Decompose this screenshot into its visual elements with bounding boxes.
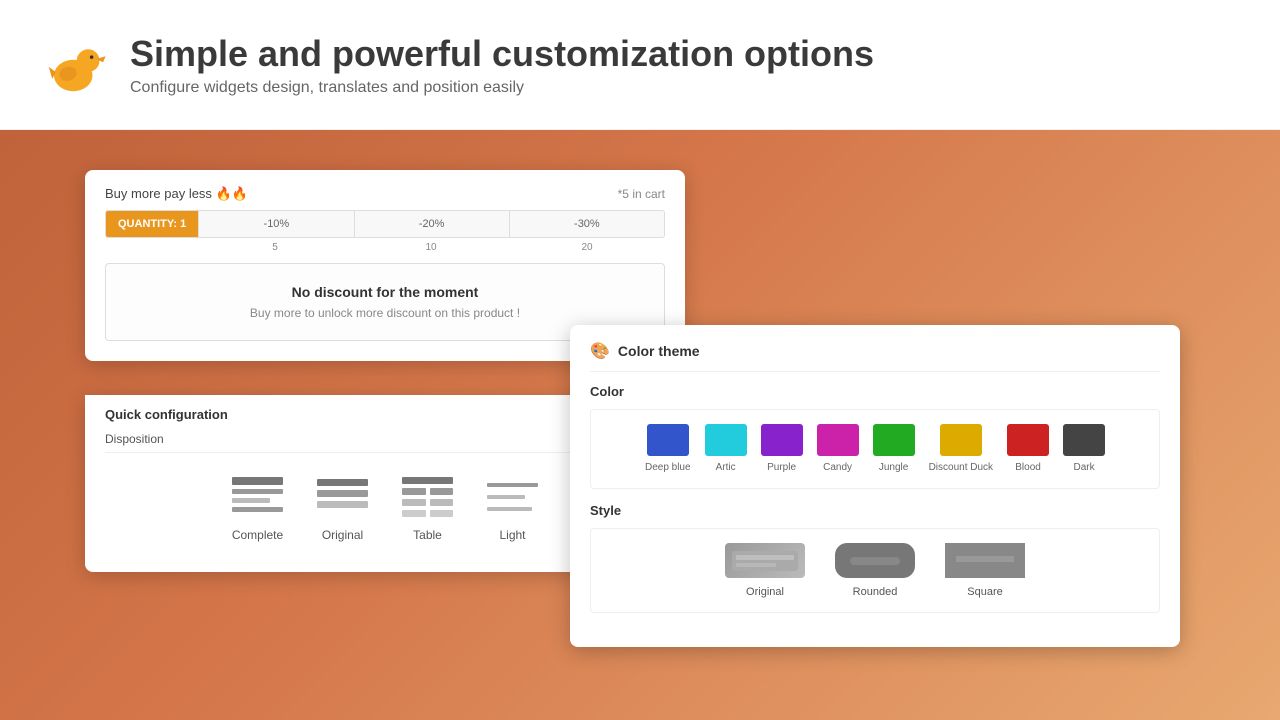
light-icon: [485, 475, 540, 520]
artic-label: Artic: [716, 462, 736, 474]
purple-label: Purple: [767, 462, 796, 474]
style-section: Original Rounded: [590, 528, 1160, 613]
dark-label: Dark: [1073, 462, 1094, 474]
square-style-label: Square: [967, 586, 1002, 598]
rounded-style-icon: [840, 547, 910, 575]
discount-duck-label: Discount Duck: [929, 462, 993, 474]
dark-swatch: [1063, 424, 1105, 456]
buy-more-bar: Buy more pay less 🔥🔥 *5 in cart: [105, 186, 665, 202]
cart-count: *5 in cart: [618, 187, 665, 201]
header-text: Simple and powerful customization option…: [130, 33, 874, 97]
jungle-label: Jungle: [879, 462, 908, 474]
main-area: Buy more pay less 🔥🔥 *5 in cart QUANTITY…: [0, 130, 1280, 720]
qty-segment-2: -20%: [354, 211, 509, 237]
color-discount-duck[interactable]: Discount Duck: [929, 424, 993, 474]
color-purple[interactable]: Purple: [761, 424, 803, 474]
table-layout-icon: [400, 475, 455, 520]
complete-icon: [230, 475, 285, 520]
square-style-preview: [945, 543, 1025, 578]
complete-layout-icon: [230, 475, 285, 520]
candy-label: Candy: [823, 462, 852, 474]
buy-more-label: Buy more pay less 🔥🔥: [105, 186, 248, 202]
color-theme-header: 🎨 Color theme: [590, 341, 1160, 372]
color-jungle[interactable]: Jungle: [873, 424, 915, 474]
deep-blue-swatch: [647, 424, 689, 456]
quantity-active: QUANTITY: 1: [106, 211, 198, 237]
rounded-style-preview: [835, 543, 915, 578]
color-candy[interactable]: Candy: [817, 424, 859, 474]
color-section-label: Color: [590, 384, 1160, 399]
blood-label: Blood: [1015, 462, 1041, 474]
style-square[interactable]: Square: [945, 543, 1025, 598]
logo: [40, 30, 110, 100]
light-label: Light: [499, 528, 525, 542]
original-style-preview: [725, 543, 805, 578]
disposition-table[interactable]: Table: [400, 475, 455, 542]
color-options: Deep blue Artic Purple Candy Jungle: [601, 424, 1149, 474]
color-section: Deep blue Artic Purple Candy Jungle: [590, 409, 1160, 489]
no-discount-title: No discount for the moment: [126, 284, 644, 300]
light-layout-icon: [485, 475, 540, 520]
color-dark[interactable]: Dark: [1063, 424, 1105, 474]
artic-swatch: [705, 424, 747, 456]
discount-duck-swatch: [940, 424, 982, 456]
table-icon: [400, 475, 455, 520]
qty-segment-1: -10%: [198, 211, 353, 237]
disposition-original[interactable]: Original: [315, 475, 370, 542]
original-style-label: Original: [746, 586, 784, 598]
duck-logo-icon: [40, 30, 110, 100]
style-original[interactable]: Original: [725, 543, 805, 598]
qty-num-1: 5: [197, 242, 353, 253]
style-section-label: Style: [590, 503, 1160, 518]
disposition-complete[interactable]: Complete: [230, 475, 285, 542]
no-discount-subtitle: Buy more to unlock more discount on this…: [126, 306, 644, 320]
qty-num-3: 20: [509, 242, 665, 253]
deep-blue-label: Deep blue: [645, 462, 691, 474]
purple-swatch: [761, 424, 803, 456]
original-label: Original: [322, 528, 363, 542]
palette-icon: 🎨: [590, 341, 610, 361]
original-layout-icon: [315, 475, 370, 520]
quantity-numbers: 5 10 20: [105, 242, 665, 253]
page-subtitle: Configure widgets design, translates and…: [130, 79, 874, 97]
square-style-icon: [950, 547, 1020, 575]
complete-label: Complete: [232, 528, 283, 542]
header: Simple and powerful customization option…: [0, 0, 1280, 130]
disposition-light[interactable]: Light: [485, 475, 540, 542]
style-options: Original Rounded: [601, 543, 1149, 598]
jungle-swatch: [873, 424, 915, 456]
color-theme-title: Color theme: [618, 343, 700, 359]
candy-swatch: [817, 424, 859, 456]
page-title: Simple and powerful customization option…: [130, 33, 874, 75]
quantity-bar[interactable]: QUANTITY: 1 -10% -20% -30%: [105, 210, 665, 238]
color-blood[interactable]: Blood: [1007, 424, 1049, 474]
original-style-icon: [730, 547, 800, 575]
qty-segment-3: -30%: [509, 211, 664, 237]
color-artic[interactable]: Artic: [705, 424, 747, 474]
rounded-style-label: Rounded: [853, 586, 898, 598]
style-rounded[interactable]: Rounded: [835, 543, 915, 598]
color-theme-card: 🎨 Color theme Color Deep blue Artic Purp…: [570, 325, 1180, 647]
original-icon: [315, 475, 370, 520]
qty-num-2: 10: [353, 242, 509, 253]
blood-swatch: [1007, 424, 1049, 456]
table-label: Table: [413, 528, 442, 542]
color-deep-blue[interactable]: Deep blue: [645, 424, 691, 474]
